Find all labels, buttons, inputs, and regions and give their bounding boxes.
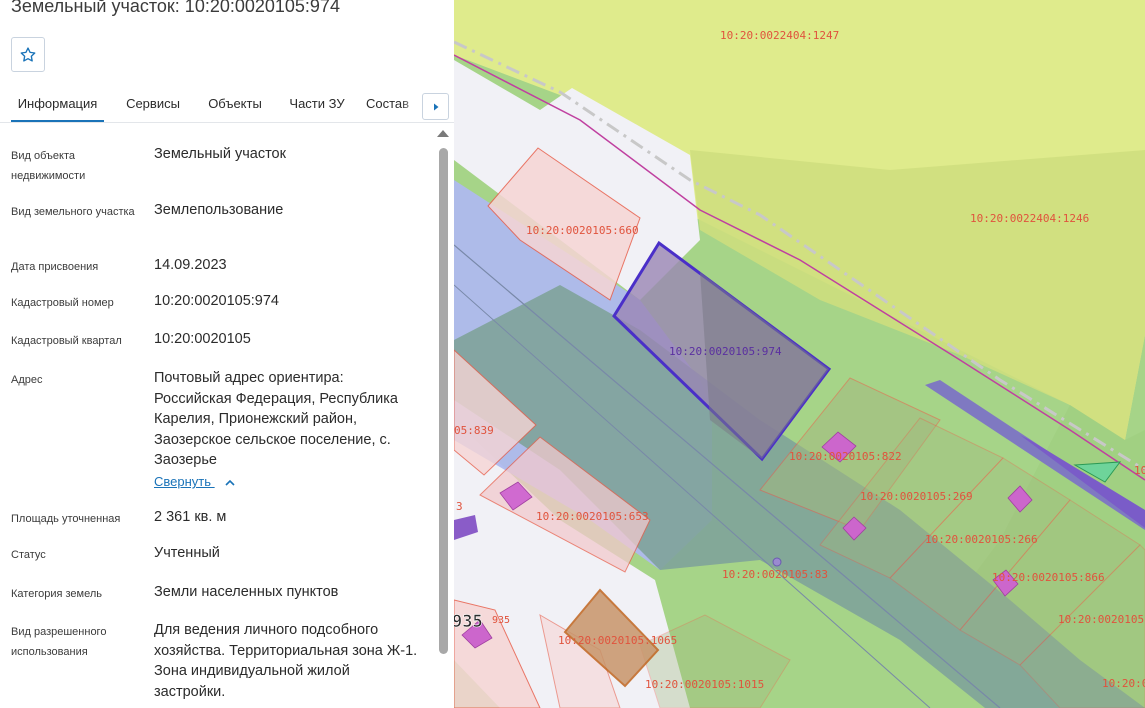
info-list: Вид объекта недвижимости Земельный участ…: [0, 130, 432, 708]
label-p935b: 935: [492, 615, 510, 626]
scrollbar-thumb[interactable]: [439, 148, 448, 654]
star-outline-icon: [20, 46, 36, 62]
info-label: Категория земель: [11, 588, 102, 600]
info-value: Для ведения личного подсобного хозяйства…: [154, 622, 418, 700]
label-p-right: 10: [1134, 464, 1145, 477]
label-p1247: 10:20:0022404:1247: [720, 29, 839, 42]
info-value: Земли населенных пунктов: [154, 584, 339, 600]
collapse-address-link[interactable]: Свернуть: [154, 474, 235, 489]
info-label: Кадастровый квартал: [11, 335, 122, 347]
label-p83: 10:20:0020105:83: [722, 568, 828, 581]
scroll-up-arrow-icon[interactable]: [437, 130, 449, 137]
info-label: Дата присвоения: [11, 261, 99, 273]
info-value: 10:20:0020105: [154, 331, 251, 347]
info-value: Почтовый адрес ориентира: Российская Фед…: [154, 370, 398, 468]
info-value: Земельный участок: [154, 146, 286, 162]
favorite-button[interactable]: [11, 37, 45, 72]
label-p653: 10:20:0020105:653: [536, 510, 649, 523]
label-p1065: 10:20:0020105:1065: [558, 634, 677, 647]
tab-bar: Информация Сервисы Объекты Части ЗУ Сост…: [0, 86, 454, 123]
label-p1020: 10:20:0020105:1020: [1058, 613, 1145, 626]
label-p1015: 10:20:0020105:1015: [645, 678, 764, 691]
info-value: 10:20:0020105:974: [154, 293, 279, 309]
chevron-up-icon: [225, 479, 235, 486]
label-p1246: 10:20:0022404:1246: [970, 212, 1089, 225]
label-p974: 10:20:0020105:974: [669, 345, 782, 358]
info-panel: Земельный участок: 10:20:0020105:974 Инф…: [0, 0, 454, 708]
info-value: 2 361 кв. м: [154, 509, 227, 525]
label-p269: 10:20:0020105:269: [860, 490, 973, 503]
tab-objects[interactable]: Объекты: [200, 86, 270, 122]
info-label: Площадь уточненная: [11, 513, 121, 525]
label-p266: 10:20:0020105:266: [925, 533, 1038, 546]
tab-information[interactable]: Информация: [11, 86, 104, 122]
label-p822: 10:20:0020105:822: [789, 450, 902, 463]
label-p660: 10:20:0020105:660: [526, 224, 639, 237]
label-p935a: 935: [454, 612, 483, 632]
caret-right-icon: [433, 103, 438, 110]
info-value: Землепользование: [154, 202, 284, 218]
info-value: Учтенный: [154, 545, 220, 561]
info-label: Вид разрешенного использования: [11, 626, 107, 658]
label-p839: 05:839: [454, 424, 494, 437]
cadastral-map[interactable]: 10:20:0022404:1247 10:20:0022404:1246 10…: [454, 0, 1145, 708]
map-canvas[interactable]: 10:20:0022404:1247 10:20:0022404:1246 10…: [454, 0, 1145, 708]
point-marker: [772, 557, 782, 567]
info-value: 14.09.2023: [154, 257, 227, 273]
tab-land-parts[interactable]: Части ЗУ: [282, 86, 352, 122]
info-label: Вид объекта недвижимости: [11, 150, 86, 182]
info-label: Статус: [11, 549, 46, 561]
info-label: Вид земельного участка: [11, 206, 135, 218]
collapse-label: Свернуть: [154, 474, 212, 489]
tab-fade: [400, 88, 422, 120]
info-label: Кадастровый номер: [11, 297, 114, 309]
info-label: Адрес: [11, 374, 43, 386]
label-p3: 3: [456, 500, 463, 513]
tab-scroll-right-button[interactable]: [422, 93, 449, 120]
label-p866: 10:20:0020105:866: [992, 571, 1105, 584]
label-p-far-right: 10:20:0020105:1: [1102, 677, 1145, 690]
tab-services[interactable]: Сервисы: [118, 86, 188, 122]
page-title: Земельный участок: 10:20:0020105:974: [11, 0, 340, 16]
